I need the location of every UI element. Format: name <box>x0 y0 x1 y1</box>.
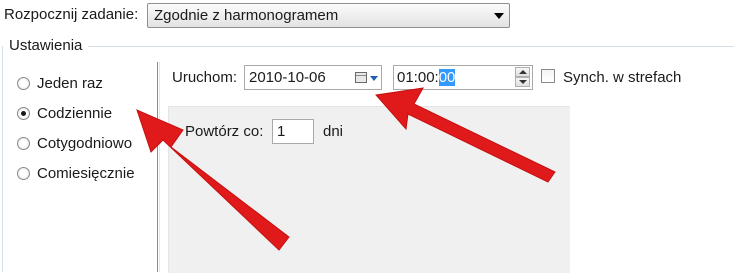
radio-circle[interactable] <box>17 166 30 180</box>
start-task-dropdown[interactable]: Zgodnie z harmonogramem <box>147 3 510 28</box>
radio-daily-label: Codziennie <box>37 104 113 122</box>
group-border <box>2 46 3 272</box>
time-hours-minutes: 01:00: <box>397 69 439 86</box>
run-label: Uruchom: <box>172 69 238 86</box>
settings-group-title: Ustawienia <box>9 37 83 54</box>
start-time-input[interactable]: 01:00:00 <box>393 65 533 90</box>
radio-once-label: Jeden raz <box>37 74 103 92</box>
spin-up-icon[interactable] <box>515 67 530 77</box>
spin-down-icon[interactable] <box>515 77 530 87</box>
group-divider <box>88 46 734 47</box>
start-task-label: Rozpocznij zadanie: <box>4 6 139 23</box>
radio-daily[interactable]: Codziennie <box>17 103 112 123</box>
repeat-interval-value: 1 <box>277 123 286 140</box>
start-task-value: Zgodnie z harmonogramem <box>154 7 339 24</box>
radio-circle-checked[interactable] <box>17 106 30 120</box>
start-date-value: 2010-10-06 <box>249 69 326 86</box>
radio-once[interactable]: Jeden raz <box>17 73 103 93</box>
chevron-down-icon[interactable] <box>370 76 378 81</box>
panel-separator-highlight <box>159 62 160 272</box>
dropdown-arrow-icon <box>494 13 504 19</box>
time-spinner[interactable] <box>515 67 530 88</box>
start-date-picker[interactable]: 2010-10-06 <box>244 65 382 90</box>
repeat-interval-input[interactable]: 1 <box>272 119 314 144</box>
radio-circle[interactable] <box>17 76 30 90</box>
time-seconds-selected: 00 <box>438 69 456 86</box>
repeat-label: Powtórz co: <box>185 123 264 140</box>
panel-separator <box>157 62 158 272</box>
radio-monthly-label: Comiesięcznie <box>37 164 135 182</box>
sync-timezones-checkbox[interactable] <box>541 69 555 83</box>
start-time-value: 01:00:00 <box>397 69 456 86</box>
repeat-unit-label: dni <box>323 123 344 140</box>
calendar-icon[interactable] <box>355 72 367 83</box>
radio-circle[interactable] <box>17 136 30 150</box>
radio-weekly[interactable]: Cotygodniowo <box>17 133 132 153</box>
radio-monthly[interactable]: Comiesięcznie <box>17 163 135 183</box>
radio-weekly-label: Cotygodniowo <box>37 134 133 152</box>
sync-timezones-label: Synch. w strefach <box>563 69 682 86</box>
